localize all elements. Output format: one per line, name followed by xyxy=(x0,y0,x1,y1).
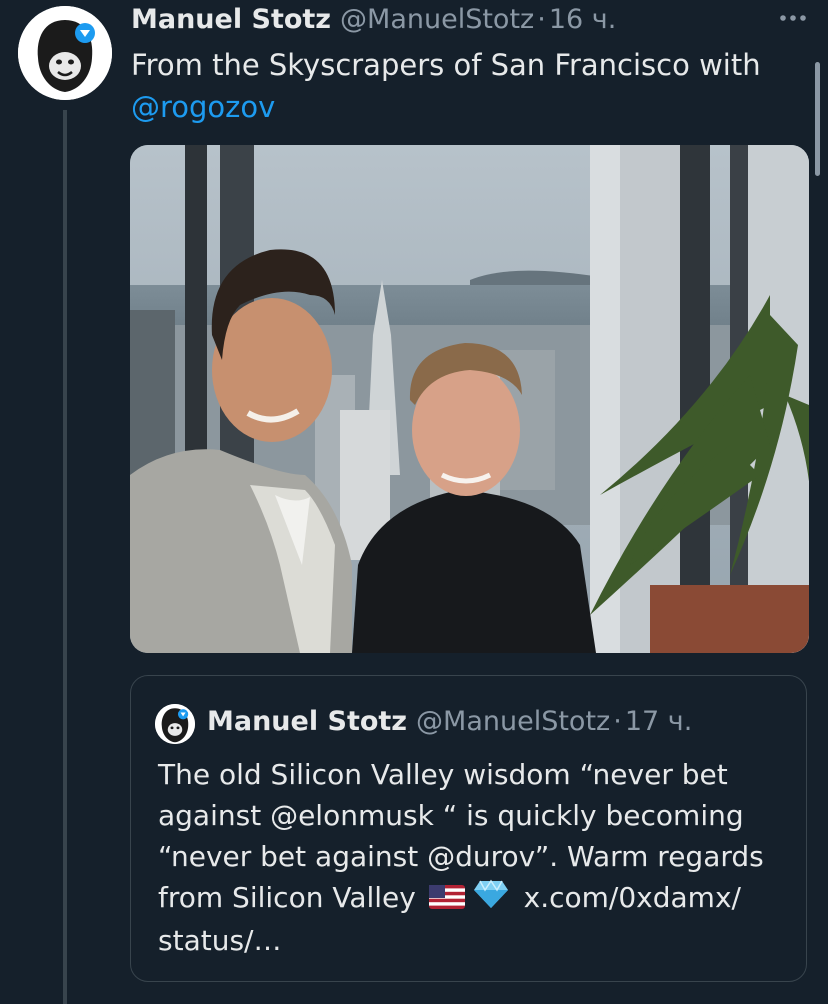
author-name[interactable]: Manuel Stotz xyxy=(131,4,331,35)
tweet-timestamp[interactable]: 16 ч. xyxy=(549,4,616,35)
header-separator: · xyxy=(537,4,546,35)
tweet-photo[interactable] xyxy=(130,145,809,653)
quoted-header: Manuel Stotz @ManuelStotz · 17 ч. xyxy=(207,706,692,737)
quoted-text: The old Silicon Valley wisdom “never bet… xyxy=(158,754,788,961)
tweet-header: Manuel Stotz @ManuelStotz · 16 ч. xyxy=(131,4,616,38)
author-handle[interactable]: @ManuelStotz xyxy=(340,4,534,35)
mention-link[interactable]: @rogozov xyxy=(131,86,791,128)
tweet-body: From the Skyscrapers of San Francisco wi… xyxy=(131,48,761,82)
gorilla-avatar-icon xyxy=(18,6,112,100)
author-avatar[interactable] xyxy=(18,6,112,100)
scrollbar-thumb[interactable] xyxy=(815,62,820,176)
tweet-text: From the Skyscrapers of San Francisco wi… xyxy=(131,44,791,128)
quoted-separator: · xyxy=(613,706,622,737)
more-options-button[interactable] xyxy=(776,2,810,32)
gorilla-avatar-icon xyxy=(155,704,195,744)
thread-line xyxy=(63,110,67,1004)
selfie-photo-illustration xyxy=(130,145,809,653)
quoted-timestamp[interactable]: 17 ч. xyxy=(625,706,692,737)
gem-icon xyxy=(473,879,509,920)
us-flag-icon xyxy=(428,879,465,920)
quoted-author-handle[interactable]: @ManuelStotz xyxy=(416,706,610,737)
quoted-author-name[interactable]: Manuel Stotz xyxy=(207,706,407,737)
quoted-tweet[interactable]: Manuel Stotz @ManuelStotz · 17 ч. The ol… xyxy=(130,675,807,982)
more-dots-icon xyxy=(780,15,806,21)
quoted-author-avatar[interactable] xyxy=(155,704,195,744)
